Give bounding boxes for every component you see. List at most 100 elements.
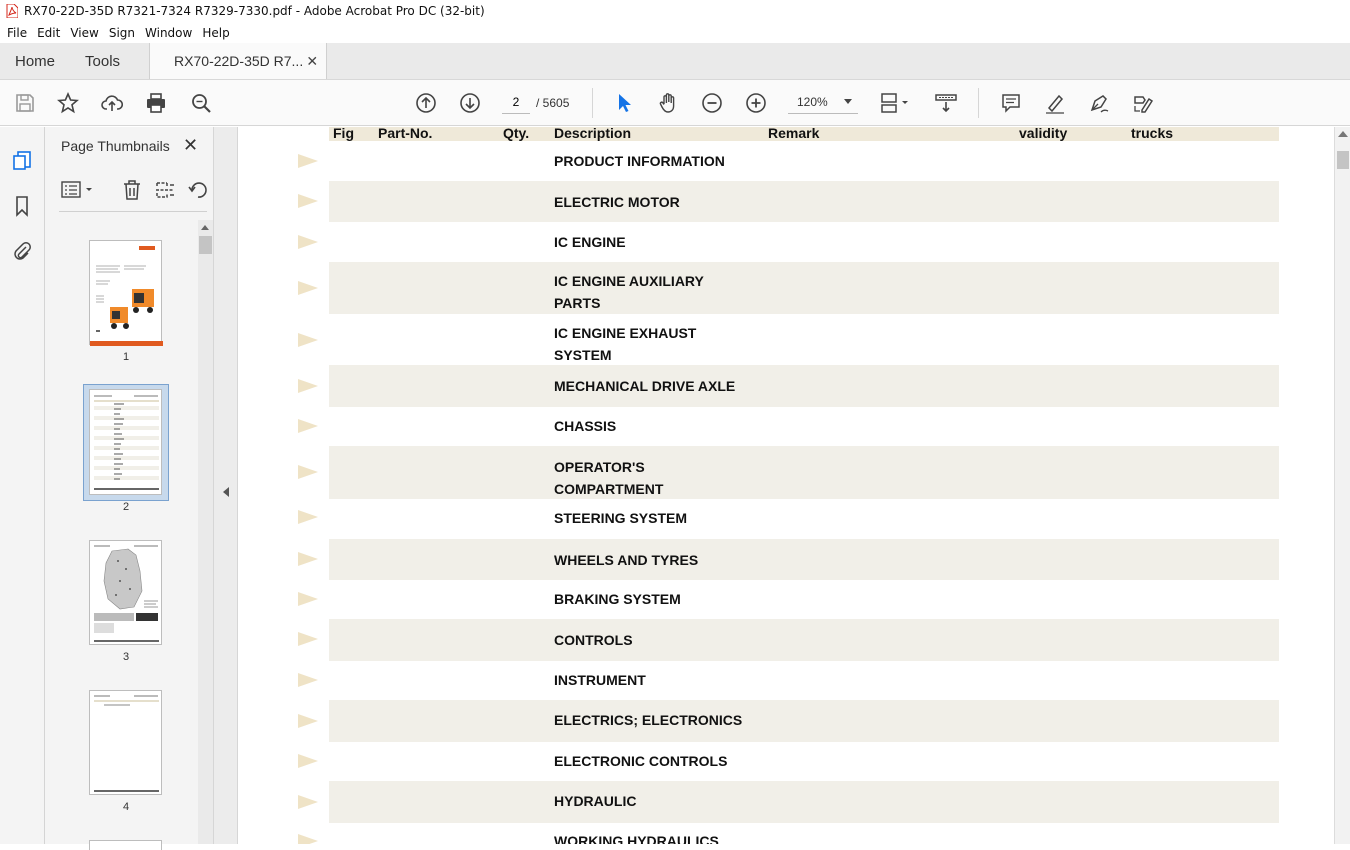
draw-pen-icon[interactable] <box>1087 91 1111 115</box>
row-arrow-icon[interactable] <box>298 379 318 393</box>
table-row[interactable]: ELECTRONIC CONTROLS <box>298 742 1279 781</box>
table-row[interactable]: WHEELS AND TYRES <box>298 539 1279 580</box>
tab-tools[interactable]: Tools <box>70 43 135 79</box>
table-row[interactable]: PRODUCT INFORMATION <box>298 141 1279 181</box>
row-description[interactable]: OPERATOR'S COMPARTMENT <box>554 456 704 500</box>
table-row[interactable]: IC ENGINE EXHAUST SYSTEM <box>298 314 1279 366</box>
search-zoom-icon[interactable] <box>189 91 213 115</box>
save-icon[interactable] <box>13 91 37 115</box>
row-arrow-icon[interactable] <box>298 795 318 809</box>
row-arrow-icon[interactable] <box>298 235 318 249</box>
table-row[interactable]: MECHANICAL DRIVE AXLE <box>298 365 1279 407</box>
row-arrow-icon[interactable] <box>298 194 318 208</box>
row-description[interactable]: IC ENGINE AUXILIARY PARTS <box>554 270 724 314</box>
row-arrow-icon[interactable] <box>298 510 318 524</box>
print-icon[interactable] <box>144 91 168 115</box>
row-description[interactable]: MECHANICAL DRIVE AXLE <box>554 375 774 397</box>
zoom-in-icon[interactable] <box>744 91 768 115</box>
row-arrow-icon[interactable] <box>298 333 318 347</box>
row-arrow-icon[interactable] <box>298 419 318 433</box>
row-description[interactable]: STEERING SYSTEM <box>554 507 774 529</box>
thumbnail-page-3[interactable] <box>89 540 162 645</box>
table-row[interactable]: IC ENGINE AUXILIARY PARTS <box>298 262 1279 314</box>
row-arrow-icon[interactable] <box>298 154 318 168</box>
row-description[interactable]: ELECTRICS; ELECTRONICS <box>554 709 794 731</box>
row-description[interactable]: PRODUCT INFORMATION <box>554 150 774 172</box>
row-arrow-icon[interactable] <box>298 632 318 646</box>
hand-tool-icon[interactable] <box>656 91 680 115</box>
bookmark-icon[interactable] <box>10 194 34 218</box>
table-row[interactable]: HYDRAULIC <box>298 781 1279 823</box>
row-description[interactable]: ELECTRONIC CONTROLS <box>554 750 794 772</box>
bookmark-star-icon[interactable] <box>56 91 80 115</box>
thumbnails-scrollbar[interactable] <box>198 220 213 844</box>
thumbnail-page-5[interactable] <box>89 840 162 850</box>
table-row[interactable]: BRAKING SYSTEM <box>298 580 1279 619</box>
fill-sign-icon[interactable] <box>1131 91 1155 115</box>
row-arrow-icon[interactable] <box>298 465 318 479</box>
select-cursor-icon[interactable] <box>612 91 636 115</box>
menu-view[interactable]: View <box>65 26 103 40</box>
table-row[interactable]: ELECTRIC MOTOR <box>298 181 1279 222</box>
row-description[interactable]: WHEELS AND TYRES <box>554 549 774 571</box>
row-description[interactable]: IC ENGINE <box>554 231 774 253</box>
row-description[interactable]: BRAKING SYSTEM <box>554 588 774 610</box>
highlight-pen-icon[interactable] <box>1043 91 1067 115</box>
document-view[interactable]: Fig Part-No. Qty. Description Remark val… <box>238 127 1334 844</box>
document-scrollbar[interactable] <box>1334 127 1350 844</box>
menu-edit[interactable]: Edit <box>32 26 65 40</box>
next-page-icon[interactable] <box>458 91 482 115</box>
thumbnail-options-icon[interactable] <box>61 180 95 200</box>
page-number-input[interactable] <box>502 90 530 114</box>
extract-pages-icon[interactable] <box>154 179 176 201</box>
scroll-up-icon[interactable] <box>201 225 209 230</box>
row-description[interactable]: WORKING HYDRAULICS <box>554 830 774 844</box>
row-description[interactable]: HYDRAULIC <box>554 790 774 812</box>
tab-home[interactable]: Home <box>0 43 70 79</box>
zoom-select[interactable]: 120% <box>788 90 858 114</box>
panel-splitter[interactable] <box>213 127 238 844</box>
table-row[interactable]: ELECTRICS; ELECTRONICS <box>298 700 1279 742</box>
row-arrow-icon[interactable] <box>298 592 318 606</box>
tab-document[interactable]: RX70-22D-35D R7... ✕ <box>149 43 328 79</box>
rotate-page-icon[interactable] <box>187 179 209 201</box>
scrollbar-thumb[interactable] <box>1337 151 1349 169</box>
menu-help[interactable]: Help <box>197 26 234 40</box>
table-row[interactable]: OPERATOR'S COMPARTMENT <box>298 446 1279 500</box>
menu-file[interactable]: File <box>2 26 32 40</box>
table-row[interactable]: CHASSIS <box>298 407 1279 446</box>
row-description[interactable]: CHASSIS <box>554 415 774 437</box>
menu-window[interactable]: Window <box>140 26 197 40</box>
collapse-panel-icon[interactable] <box>223 487 229 497</box>
menu-sign[interactable]: Sign <box>104 26 140 40</box>
table-row[interactable]: WORKING HYDRAULICS <box>298 823 1279 844</box>
row-arrow-icon[interactable] <box>298 552 318 566</box>
page-fit-icon[interactable] <box>878 91 914 115</box>
zoom-out-icon[interactable] <box>700 91 724 115</box>
page-thumbnails-icon[interactable] <box>10 148 34 172</box>
table-row[interactable]: IC ENGINE <box>298 222 1279 262</box>
close-panel-icon[interactable]: ✕ <box>183 135 198 156</box>
thumbnail-page-1[interactable] <box>89 240 163 346</box>
thumbnail-page-2[interactable] <box>89 389 162 495</box>
thumbnail-page-4[interactable] <box>89 690 162 795</box>
upload-cloud-icon[interactable] <box>100 91 124 115</box>
row-arrow-icon[interactable] <box>298 673 318 687</box>
comment-icon[interactable] <box>999 91 1023 115</box>
scrollbar-thumb[interactable] <box>199 236 212 254</box>
row-arrow-icon[interactable] <box>298 714 318 728</box>
scroll-up-icon[interactable] <box>1338 131 1348 137</box>
delete-page-icon[interactable] <box>121 179 143 201</box>
scroll-mode-icon[interactable] <box>934 91 958 115</box>
row-arrow-icon[interactable] <box>298 281 318 295</box>
table-row[interactable]: CONTROLS <box>298 619 1279 661</box>
table-row[interactable]: INSTRUMENT <box>298 661 1279 700</box>
attachment-icon[interactable] <box>10 239 34 263</box>
row-description[interactable]: INSTRUMENT <box>554 669 774 691</box>
row-description[interactable]: IC ENGINE EXHAUST SYSTEM <box>554 322 724 366</box>
row-description[interactable]: CONTROLS <box>554 629 774 651</box>
table-row[interactable]: STEERING SYSTEM <box>298 499 1279 539</box>
row-arrow-icon[interactable] <box>298 834 318 844</box>
close-tab-icon[interactable]: ✕ <box>306 53 318 70</box>
row-description[interactable]: ELECTRIC MOTOR <box>554 191 774 213</box>
